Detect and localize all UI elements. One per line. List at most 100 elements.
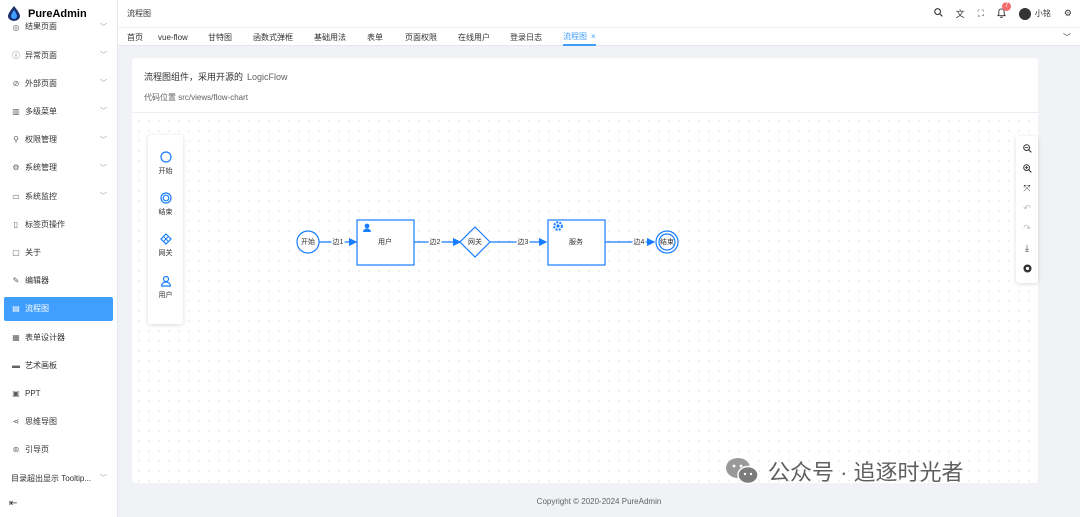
node-start-label: 开始 bbox=[301, 239, 315, 246]
guide-icon: ⊛ bbox=[12, 445, 20, 455]
palette-item-end[interactable]: 结束 bbox=[148, 192, 183, 217]
sidebar-item-editor[interactable]: ✎ 编辑器 bbox=[4, 269, 113, 293]
sidebar-item-permission[interactable]: ⚲ 权限管理 ﹀ bbox=[4, 128, 113, 152]
palette-item-label: 网关 bbox=[158, 250, 173, 257]
chevron-down-icon: ﹀ bbox=[100, 475, 107, 482]
sidebar-item-label: 结果页面 bbox=[25, 22, 57, 31]
sidebar-item-external[interactable]: ⊘ 外部页面 ﹀ bbox=[4, 71, 113, 95]
logicflow-link[interactable]: LogicFlow bbox=[247, 72, 288, 82]
palette-item-label: 开始 bbox=[158, 168, 173, 175]
edge-2-label: 边2 bbox=[428, 237, 442, 247]
palette-item-label: 用户 bbox=[158, 292, 173, 299]
tab-label: 甘特图 bbox=[208, 32, 232, 42]
board-icon: ▬ bbox=[12, 360, 20, 370]
username: 小铭 bbox=[1034, 9, 1051, 18]
sidebar-item-label: 思维导图 bbox=[25, 417, 57, 427]
chevron-down-icon: ﹀ bbox=[100, 136, 107, 144]
monitor-icon: ▭ bbox=[12, 191, 20, 201]
tab-5[interactable]: 表单 bbox=[367, 28, 383, 46]
collapse-sidebar-icon[interactable]: ⇤ bbox=[9, 498, 17, 509]
zoom-out-icon[interactable] bbox=[1016, 140, 1038, 156]
tab-label: 页面权限 bbox=[405, 32, 437, 42]
edge-3-label: 边3 bbox=[516, 237, 530, 247]
sidebar-item-ppt[interactable]: ▣ PPT bbox=[4, 381, 113, 405]
sidebar-item-about[interactable]: ▢ 关于 bbox=[4, 240, 113, 264]
download-icon[interactable]: ⤓ bbox=[1016, 240, 1038, 256]
tab-0[interactable]: 首页 bbox=[127, 28, 143, 46]
tab-1[interactable]: vue-flow bbox=[158, 28, 188, 46]
result-icon: ◎ bbox=[12, 23, 20, 32]
palette-item-user[interactable]: 用户 bbox=[148, 275, 183, 300]
flow-control-bar: ⤧ ↶ ↷ ⤓ bbox=[1016, 136, 1038, 283]
tab-2[interactable]: 甘特图 bbox=[208, 28, 232, 46]
tab-label: 函数式弹框 bbox=[253, 32, 293, 42]
sidebar-item-tags[interactable]: ▯ 标签页操作 bbox=[4, 212, 113, 236]
sidebar-item-flow-chart[interactable]: ▤ 流程图 bbox=[4, 296, 113, 321]
sidebar: PureAdmin ◎ 结果页面 ﹀ ⓘ 异常页面 ﹀ ⊘ 外部页面 ﹀ ▥ 多级菜单 ﹀ ⚲ 权限… bbox=[0, 0, 118, 517]
tags-icon: ▯ bbox=[13, 219, 19, 229]
sidebar-item-label: 系统管理 bbox=[25, 163, 57, 173]
sidebar-item-label: 编辑器 bbox=[25, 276, 49, 286]
sidebar-item-system[interactable]: ⚙ 系统管理 ﹀ bbox=[4, 156, 113, 180]
sidebar-item-guide[interactable]: ⊛ 引导页 bbox=[4, 438, 113, 462]
person-icon bbox=[160, 275, 171, 287]
sidebar-item-board[interactable]: ▬ 艺术画板 bbox=[4, 353, 113, 377]
breadcrumb[interactable]: 流程图 bbox=[127, 8, 151, 19]
sidebar-item-label: PPT bbox=[25, 388, 41, 398]
fullscreen-icon[interactable]: ⛶ bbox=[978, 8, 984, 19]
chevron-down-icon: ﹀ bbox=[100, 24, 107, 31]
sidebar-item-label: 外部页面 bbox=[25, 78, 57, 88]
palette-item-gateway[interactable]: 网关 bbox=[148, 233, 183, 258]
bell-icon[interactable]: 7 bbox=[996, 1, 1012, 20]
undo-icon[interactable]: ↶ bbox=[1016, 200, 1038, 216]
tab-label: 基础用法 bbox=[314, 32, 346, 42]
sidebar-item-mind-map[interactable]: ⋖ 思维导图 bbox=[4, 410, 113, 434]
tab-3[interactable]: 函数式弹框 bbox=[253, 28, 293, 46]
tab-7[interactable]: 在线用户 bbox=[458, 28, 490, 46]
diamond-icon bbox=[159, 233, 172, 245]
flow-chart-card: 流程图组件，采用开源的 LogicFlow 代码位置 src/views/flow… bbox=[132, 58, 1038, 483]
sidebar-item-multilevel[interactable]: ▥ 多级菜单 ﹀ bbox=[4, 99, 113, 123]
tab-6[interactable]: 页面权限 bbox=[405, 28, 437, 46]
sidebar-item-result[interactable]: ◎ 结果页面 ﹀ bbox=[4, 18, 113, 32]
edge-4-label: 边4 bbox=[632, 237, 646, 247]
sidebar-item-label: 引导页 bbox=[25, 445, 49, 455]
sidebar-item-tooltip[interactable]: 目录超出显示 Tooltip... ﹀ bbox=[4, 466, 113, 490]
node-palette: 开始 结束 网关 用户 bbox=[148, 135, 183, 324]
node-service-label: 服务 bbox=[569, 239, 583, 246]
sidebar-item-exception[interactable]: ⓘ 异常页面 ﹀ bbox=[4, 43, 113, 67]
tab-label: 登录日志 bbox=[510, 32, 542, 42]
redo-icon[interactable]: ↷ bbox=[1016, 220, 1038, 236]
chevron-down-icon: ﹀ bbox=[100, 80, 107, 88]
tab-9[interactable]: 流程图 × bbox=[563, 28, 596, 46]
palette-item-start[interactable]: 开始 bbox=[148, 151, 183, 176]
user-menu[interactable]: 小铭 bbox=[1018, 7, 1051, 20]
preview-icon[interactable] bbox=[1016, 260, 1038, 276]
sidebar-item-label: 权限管理 bbox=[25, 135, 57, 145]
tab-8[interactable]: 登录日志 bbox=[510, 28, 542, 46]
tab-4[interactable]: 基础用法 bbox=[314, 28, 346, 46]
sidebar-item-form-designer[interactable]: ▦ 表单设计器 bbox=[4, 325, 113, 349]
form-designer-icon: ▦ bbox=[12, 332, 20, 342]
watermark-text: 公众号 · 追逐时光者 bbox=[768, 460, 964, 485]
sidebar-item-label: 艺术画板 bbox=[25, 360, 57, 370]
multilevel-icon: ▥ bbox=[12, 106, 20, 116]
exception-icon: ⓘ bbox=[12, 50, 20, 60]
chevron-down-icon[interactable]: ﹀ bbox=[1063, 32, 1071, 43]
ppt-icon: ▣ bbox=[12, 388, 20, 398]
zoom-in-icon[interactable] bbox=[1016, 160, 1038, 176]
fit-view-icon[interactable]: ⤧ bbox=[1016, 180, 1038, 196]
close-icon[interactable]: × bbox=[591, 32, 596, 41]
search-icon[interactable] bbox=[933, 8, 943, 19]
tab-label: 表单 bbox=[367, 32, 383, 42]
gear-icon[interactable]: ⚙ bbox=[1064, 8, 1072, 19]
code-path: 代码位置 src/views/flow-chart bbox=[144, 93, 249, 102]
sidebar-item-monitor[interactable]: ▭ 系统监控 ﹀ bbox=[4, 184, 113, 208]
chevron-down-icon: ﹀ bbox=[100, 164, 107, 172]
external-icon: ⊘ bbox=[12, 78, 20, 88]
node-gateway-label: 网关 bbox=[468, 239, 482, 246]
chevron-down-icon: ﹀ bbox=[100, 108, 107, 116]
flow-chart-icon: ▤ bbox=[12, 304, 20, 314]
flow-canvas[interactable]: 开始 用户 网关 服务 结束 边1 边2 边3 边4 开始 结束 网关 用户 ⤧… bbox=[132, 114, 1038, 483]
translate-icon[interactable]: 文 bbox=[956, 7, 965, 20]
